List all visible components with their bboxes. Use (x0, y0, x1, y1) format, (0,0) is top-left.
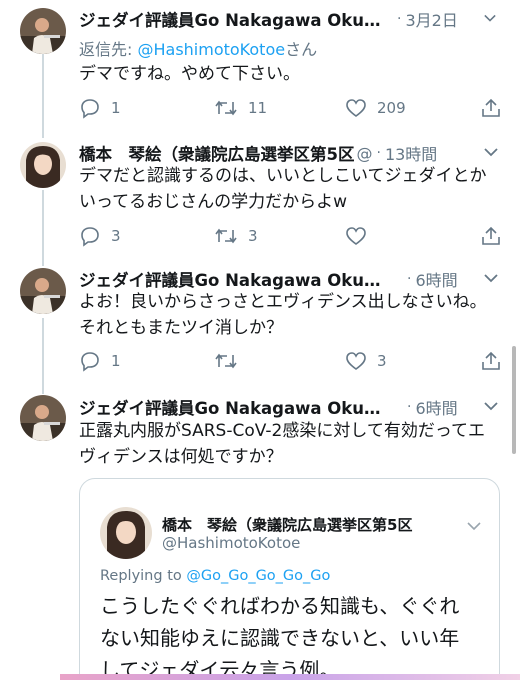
tweet-text: デマだと認識するのは、いいとしこいてジェダイとか いってるおじさんの学力だからよ… (79, 163, 499, 215)
reply-count: 1 (111, 352, 121, 370)
like-button[interactable]: 3 (345, 349, 387, 373)
quoted-tweet-text: こうしたぐぐればわかる知識も、ぐぐれ ない知能ゆえに認識できないと、いい年 して… (100, 590, 490, 680)
tweet[interactable]: 橋本 琴絵（衆議院広島選挙区第5区 @ · 13時間 デマだと認識するのは、いい… (0, 135, 520, 263)
replying-mention[interactable]: @Go_Go_Go_Go_Go (186, 568, 330, 584)
retweet-count: 3 (248, 227, 258, 245)
reply-button[interactable]: 3 (79, 224, 121, 248)
chevron-down-icon[interactable] (484, 12, 496, 24)
chevron-down-icon[interactable] (484, 147, 498, 157)
quoted-replying-to: Replying to @Go_Go_Go_Go_Go (100, 568, 330, 584)
reply-to-line: 返信先: @HashimotoKotoeさん (79, 36, 317, 60)
avatar[interactable] (20, 142, 66, 188)
tweet[interactable]: ジェダイ評議員Go Nakagawa Okum... · 3月2日 返信先: @… (0, 0, 520, 135)
tweet-text-line: よお！良いからさっさとエヴィデンス出しなさいね。 (79, 292, 487, 312)
tweet-text-line: それともまたツイ消しか？ (79, 318, 283, 338)
heart-icon (346, 227, 366, 245)
avatar[interactable] (20, 8, 66, 54)
replying-prefix: Replying to (100, 568, 187, 584)
speech-bubble-icon (81, 352, 99, 372)
tweet-text: 正露丸内服がSARS-CoV-2感染に対して有効だってエ ヴィデンスは何処ですか… (79, 418, 499, 470)
action-bar: 3 3 (79, 224, 504, 248)
share-arrow-icon (482, 351, 500, 370)
reply-button[interactable]: 1 (79, 349, 121, 373)
heart-icon (346, 352, 366, 370)
separator-dot: · (407, 271, 412, 287)
separator-dot: · (397, 11, 402, 27)
quoted-display-name[interactable]: 橋本 琴絵（衆議院広島選挙区第5区 (162, 514, 412, 535)
display-name[interactable]: ジェダイ評議員Go Nakagawa Okum... (79, 395, 389, 419)
display-name[interactable]: ジェダイ評議員Go Nakagawa Okum... (79, 267, 389, 291)
timestamp[interactable]: 3月2日 (405, 7, 457, 31)
tweet-text-line: デマだと認識するのは、いいとしこいてジェダイとか (79, 166, 487, 186)
timestamp[interactable]: 13時間 (385, 141, 437, 165)
tweet-text: デマですね。やめて下さい。 (79, 64, 300, 84)
reply-to-suffix: さん (285, 40, 318, 59)
avatar[interactable] (20, 395, 66, 441)
share-button[interactable] (480, 349, 502, 373)
chevron-down-icon[interactable] (484, 273, 498, 283)
like-button[interactable]: 209 (345, 96, 406, 120)
share-button[interactable] (480, 224, 502, 248)
speech-bubble-icon (81, 99, 99, 119)
retweet-arrows-icon (215, 100, 237, 116)
retweet-button[interactable] (214, 349, 248, 373)
quoted-handle[interactable]: @HashimotoKotoe (162, 534, 300, 552)
tweet-text-line: いってるおじさんの学力だからよw (79, 192, 348, 212)
timestamp[interactable]: 6時間 (415, 267, 457, 291)
chevron-down-icon[interactable] (484, 401, 498, 411)
quoted-text-line: こうしたぐぐればわかる知識も、ぐぐれ (100, 594, 460, 618)
separator-dot: · (376, 145, 381, 161)
display-name[interactable]: 橋本 琴絵（衆議院広島選挙区第5区 (79, 141, 354, 165)
reply-to-mention[interactable]: @HashimotoKotoe (137, 40, 285, 59)
reply-count: 1 (111, 99, 121, 117)
like-count: 3 (377, 352, 387, 370)
share-arrow-icon (482, 226, 500, 245)
tweet-header: ジェダイ評議員Go Nakagawa Okum... · 6時間 (79, 394, 502, 420)
reply-to-prefix: 返信先: (79, 40, 138, 59)
separator-dot: · (407, 399, 412, 415)
action-bar: 1 3 (79, 349, 504, 373)
like-count: 209 (377, 99, 406, 117)
heart-icon (346, 99, 366, 117)
share-arrow-icon (482, 98, 500, 117)
partial-image-strip (60, 674, 520, 680)
like-button[interactable] (345, 224, 377, 248)
retweet-button[interactable]: 3 (214, 224, 258, 248)
avatar[interactable] (20, 268, 66, 314)
action-bar: 1 11 209 (79, 96, 504, 120)
reply-button[interactable]: 1 (79, 96, 121, 120)
avatar[interactable] (100, 507, 152, 559)
scrollbar[interactable] (512, 346, 516, 454)
retweet-button[interactable]: 11 (214, 96, 267, 120)
tweet-text-line: 正露丸内服がSARS-CoV-2感染に対して有効だってエ (79, 421, 485, 441)
quoted-text-line: ない知能ゆえに認識できないと、いい年 (100, 626, 460, 650)
tweet-text: よお！良いからさっさとエヴィデンス出しなさいね。 それともまたツイ消しか？ (79, 289, 499, 341)
tweet-text-line: ヴィデンスは何処ですか？ (79, 447, 283, 467)
timestamp[interactable]: 6時間 (415, 395, 457, 419)
speech-bubble-icon (81, 227, 99, 247)
display-name[interactable]: ジェダイ評議員Go Nakagawa Okum... (79, 7, 389, 31)
share-button[interactable] (480, 96, 502, 120)
retweet-arrows-icon (215, 353, 237, 369)
tweet[interactable]: ジェダイ評議員Go Nakagawa Okum... · 6時間 よお！良いから… (0, 263, 520, 393)
retweet-count: 11 (248, 99, 268, 117)
handle[interactable]: @ (356, 144, 372, 163)
chevron-down-icon[interactable] (467, 521, 481, 531)
reply-count: 3 (111, 227, 121, 245)
retweet-arrows-icon (215, 228, 237, 244)
tweet-header: ジェダイ評議員Go Nakagawa Okum... · 3月2日 (79, 6, 502, 32)
quoted-tweet-card[interactable]: 橋本 琴絵（衆議院広島選挙区第5区 @HashimotoKotoe Replyi… (79, 478, 500, 680)
